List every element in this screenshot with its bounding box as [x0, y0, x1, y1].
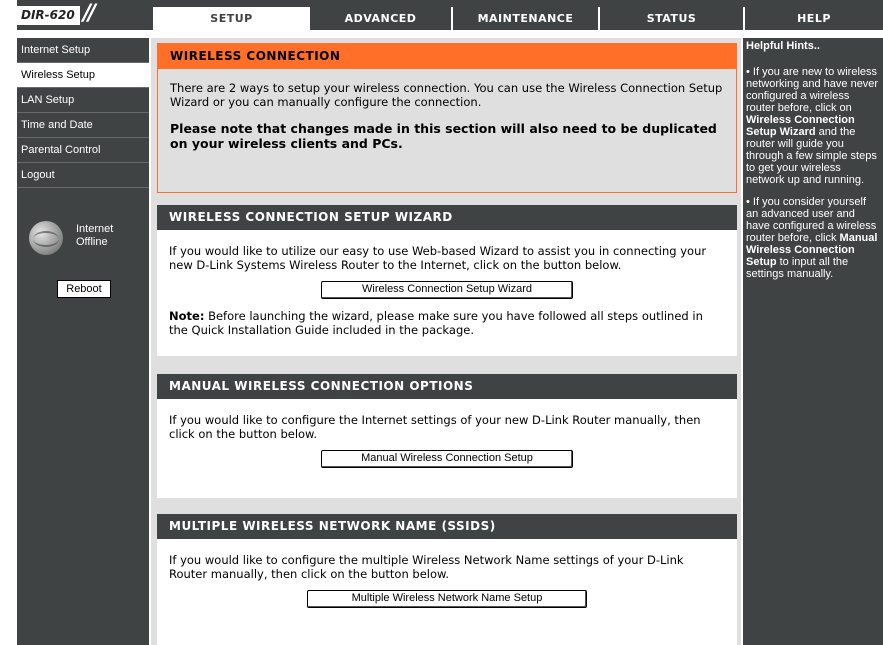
sidebar-item-lan-setup[interactable]: LAN Setup [17, 88, 149, 113]
manual-text: If you would like to configure the Inter… [169, 413, 701, 441]
manual-title: MANUAL WIRELESS CONNECTION OPTIONS [157, 374, 737, 399]
wireless-connection-panel: WIRELESS CONNECTION There are 2 ways to … [157, 43, 737, 193]
wizard-title: WIRELESS CONNECTION SETUP WIZARD [157, 205, 737, 230]
model-name: DIR-620 [21, 8, 75, 22]
status-line-offline: Offline [76, 236, 108, 248]
sidebar-item-parental-control[interactable]: Parental Control [17, 138, 149, 163]
multi-ssid-text: If you would like to configure the multi… [169, 553, 684, 581]
tab-maintenance[interactable]: MAINTENANCE [451, 7, 598, 30]
tab-advanced[interactable]: ADVANCED [308, 7, 451, 30]
brand-logo: DIR-620 // [17, 0, 152, 30]
globe-icon [29, 221, 63, 255]
model-badge: DIR-620 [17, 6, 80, 25]
help-panel: Helpful Hints.. • If you are new to wire… [743, 38, 883, 645]
manual-panel: MANUAL WIRELESS CONNECTION OPTIONS If yo… [157, 374, 737, 498]
multiple-wireless-network-name-setup-button[interactable]: Multiple Wireless Network Name Setup [307, 590, 587, 608]
main-content: WIRELESS CONNECTION There are 2 ways to … [151, 38, 741, 645]
reboot-button[interactable]: Reboot [57, 280, 111, 298]
manual-body: If you would like to configure the Inter… [157, 399, 737, 476]
wireless-connection-title: WIRELESS CONNECTION [158, 44, 736, 69]
help-hint-manual: • If you consider yourself an advanced u… [746, 196, 880, 280]
hint1-text-a: • If you are new to wireless networking … [746, 66, 879, 114]
wizard-text: If you would like to utilize our easy to… [169, 244, 707, 272]
sidebar: Internet Setup Wireless Setup LAN Setup … [17, 38, 149, 645]
wizard-body: If you would like to utilize our easy to… [157, 230, 737, 353]
help-hint-wizard: • If you are new to wireless networking … [746, 66, 880, 186]
wizard-note-text: Before launching the wizard, please make… [169, 309, 703, 337]
wizard-note-label: Note: [169, 309, 205, 323]
wireless-connection-note: Please note that changes made in this se… [170, 121, 717, 151]
sidebar-item-logout[interactable]: Logout [17, 163, 149, 188]
sidebar-item-internet-setup[interactable]: Internet Setup [17, 38, 149, 63]
help-title: Helpful Hints.. [746, 40, 820, 52]
tab-setup[interactable]: SETUP [153, 7, 308, 30]
tab-help[interactable]: HELP [743, 7, 883, 30]
tab-status[interactable]: STATUS [598, 7, 743, 30]
sidebar-item-wireless-setup[interactable]: Wireless Setup [17, 63, 149, 88]
wireless-connection-body: There are 2 ways to setup your wireless … [158, 69, 736, 167]
status-line-internet: Internet [76, 223, 114, 235]
internet-status: Internet Offline [29, 221, 139, 261]
wizard-panel: WIRELESS CONNECTION SETUP WIZARD If you … [157, 205, 737, 356]
multi-ssid-title: MULTIPLE WIRELESS NETWORK NAME (SSIDS) [157, 514, 737, 539]
logo-slashes: // [83, 1, 96, 26]
wireless-connection-setup-wizard-button[interactable]: Wireless Connection Setup Wizard [321, 281, 573, 299]
wireless-connection-intro: There are 2 ways to setup your wireless … [170, 81, 723, 109]
manual-wireless-connection-setup-button[interactable]: Manual Wireless Connection Setup [321, 450, 573, 468]
multi-ssid-panel: MULTIPLE WIRELESS NETWORK NAME (SSIDS) I… [157, 514, 737, 645]
multi-ssid-body: If you would like to configure the multi… [157, 539, 737, 616]
sidebar-item-time-and-date[interactable]: Time and Date [17, 113, 149, 138]
wizard-note: Note: Before launching the wizard, pleas… [169, 309, 725, 337]
